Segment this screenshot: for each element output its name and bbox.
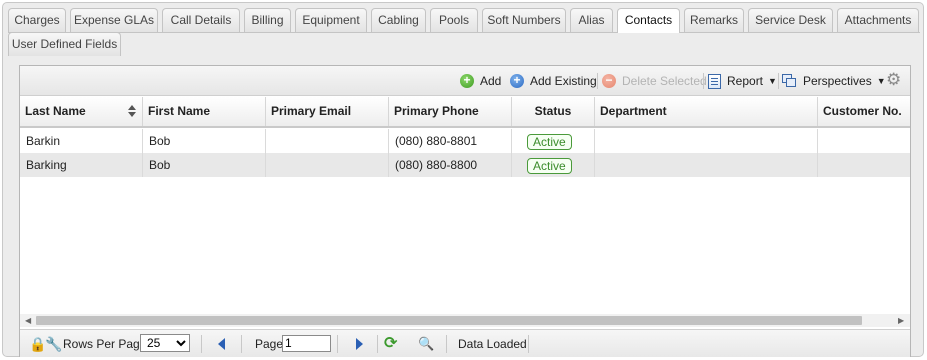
add-existing-label: Add Existing	[530, 74, 597, 88]
tab-billing[interactable]: Billing	[244, 8, 291, 32]
tab-row-1: Charges Expense GLAs Call Details Billin…	[8, 8, 920, 33]
status-badge: Active	[527, 133, 572, 150]
tab-user-defined-fields[interactable]: User Defined Fields	[8, 32, 121, 56]
add-existing-button[interactable]: + Add Existing	[510, 72, 597, 90]
page-input[interactable]	[282, 334, 331, 352]
status-text: Data Loaded	[458, 337, 527, 351]
tab-pools[interactable]: Pools	[430, 8, 478, 32]
delete-icon: −	[602, 74, 616, 88]
horizontal-scrollbar[interactable]: ◀ ▶	[20, 314, 910, 327]
footer-separator	[337, 335, 338, 353]
rows-per-page-label: Rows Per Page:	[63, 337, 150, 351]
cell-primary-email	[266, 129, 389, 153]
column-header-primary-phone[interactable]: Primary Phone	[389, 97, 512, 126]
perspectives-button[interactable]: Perspectives ▼	[782, 72, 886, 90]
toolbar-separator	[597, 73, 598, 89]
tab-equipment[interactable]: Equipment	[295, 8, 367, 32]
next-page-icon	[356, 338, 363, 350]
sort-icon[interactable]	[128, 105, 136, 117]
tab-contacts[interactable]: Contacts	[617, 8, 680, 33]
cell-primary-phone: (080) 880-8800	[389, 153, 512, 177]
footer-separator	[377, 335, 378, 353]
column-header-customer-no[interactable]: Customer No.	[818, 97, 910, 126]
chevron-down-icon: ▼	[876, 76, 886, 86]
tab-service-desk[interactable]: Service Desk	[748, 8, 833, 32]
next-page-button[interactable]	[356, 335, 363, 353]
previous-page-icon	[218, 338, 225, 350]
report-button[interactable]: Report ▼	[708, 72, 777, 90]
column-header-primary-email[interactable]: Primary Email	[266, 97, 389, 126]
toolbar-separator	[703, 73, 704, 89]
cell-first-name: Bob	[143, 129, 266, 153]
column-header-first-name[interactable]: First Name	[143, 97, 266, 126]
column-header-status[interactable]: Status	[512, 97, 595, 126]
cell-status: Active	[512, 153, 595, 177]
grid-toolbar: + Add + Add Existing − Delete Selected R…	[20, 66, 910, 96]
tab-row-2: User Defined Fields	[8, 32, 920, 56]
rows-per-page-select[interactable]: 25	[140, 334, 190, 352]
tab-expense-glas[interactable]: Expense GLAs	[70, 8, 158, 32]
table-header: Last Name First Name Primary Email Prima…	[20, 97, 910, 128]
scrollbar-thumb[interactable]	[36, 316, 862, 325]
cell-last-name: Barking	[20, 153, 143, 177]
footer-separator	[446, 335, 447, 353]
wrench-icon[interactable]: 🔧	[45, 335, 62, 353]
delete-selected-button[interactable]: − Delete Selected	[602, 72, 707, 90]
tab-call-details[interactable]: Call Details	[162, 8, 240, 32]
toolbar-separator	[778, 73, 779, 89]
perspectives-icon	[782, 74, 797, 88]
footer-separator	[241, 335, 242, 353]
cell-department	[595, 153, 818, 177]
scroll-right-icon[interactable]: ▶	[898, 314, 904, 327]
search-icon[interactable]: 🔍	[418, 335, 434, 353]
detail-panel: Charges Expense GLAs Call Details Billin…	[2, 2, 924, 357]
add-icon: +	[460, 74, 474, 88]
add-existing-icon: +	[510, 74, 524, 88]
scroll-left-icon[interactable]: ◀	[25, 314, 31, 327]
footer-separator	[528, 335, 529, 353]
column-label: Last Name	[25, 104, 86, 118]
tab-cabling[interactable]: Cabling	[371, 8, 426, 32]
gear-icon[interactable]: ⚙	[886, 71, 901, 89]
page-field	[282, 334, 331, 352]
table-row[interactable]: Barking Bob (080) 880-8800 Active	[20, 153, 910, 177]
tab-remarks[interactable]: Remarks	[684, 8, 744, 32]
add-label: Add	[480, 74, 502, 88]
cell-customer-no	[818, 129, 910, 153]
cell-department	[595, 129, 818, 153]
tab-alias[interactable]: Alias	[570, 8, 613, 32]
report-label: Report	[727, 74, 764, 88]
cell-primary-email	[266, 153, 389, 177]
delete-selected-label: Delete Selected	[622, 74, 707, 88]
contacts-grid: + Add + Add Existing − Delete Selected R…	[19, 65, 911, 357]
cell-primary-phone: (080) 880-8801	[389, 129, 512, 153]
perspectives-label: Perspectives	[803, 74, 872, 88]
footer-separator	[201, 335, 202, 353]
lock-icon[interactable]: 🔒	[29, 335, 46, 353]
cell-first-name: Bob	[143, 153, 266, 177]
column-header-department[interactable]: Department	[595, 97, 818, 126]
cell-last-name: Barkin	[20, 129, 143, 153]
tab-soft-numbers[interactable]: Soft Numbers	[482, 8, 566, 32]
refresh-icon[interactable]: ⟳	[384, 335, 397, 353]
chevron-down-icon: ▼	[768, 76, 777, 86]
previous-page-button[interactable]	[218, 335, 225, 353]
column-header-last-name[interactable]: Last Name	[20, 97, 143, 126]
table-body: Barkin Bob (080) 880-8801 Active Barking…	[20, 129, 910, 177]
cell-customer-no	[818, 153, 910, 177]
add-button[interactable]: + Add	[460, 72, 501, 90]
report-icon	[708, 73, 721, 89]
tab-charges[interactable]: Charges	[8, 8, 66, 32]
pagination-footer: 🔒 🔧 Rows Per Page: 25 Page: ⟳	[20, 329, 910, 357]
table-row[interactable]: Barkin Bob (080) 880-8801 Active	[20, 129, 910, 153]
tab-attachments[interactable]: Attachments	[837, 8, 919, 32]
cell-status: Active	[512, 129, 595, 153]
status-badge: Active	[527, 157, 572, 174]
rows-per-page-field: 25	[140, 334, 190, 352]
tab-strip: Charges Expense GLAs Call Details Billin…	[8, 8, 920, 56]
